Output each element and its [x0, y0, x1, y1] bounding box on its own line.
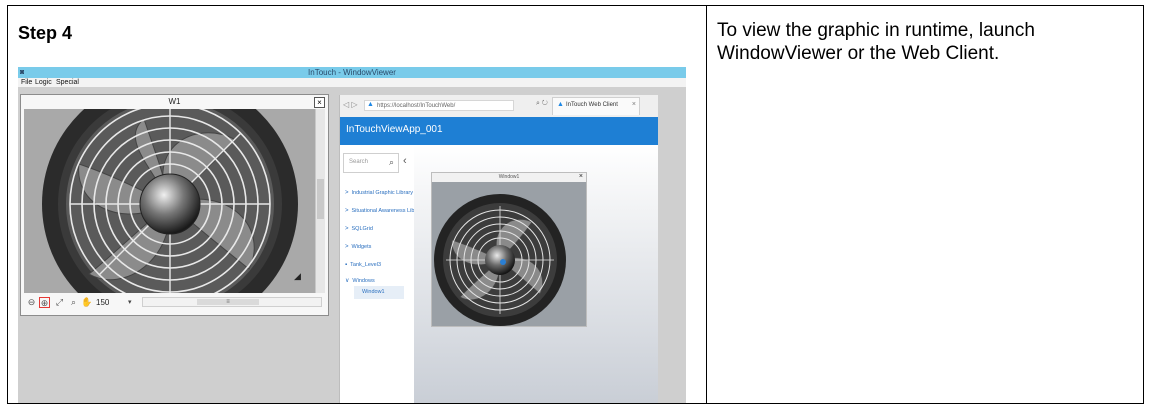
menu-logic[interactable]: Logic	[35, 78, 52, 87]
nav-item-windows[interactable]: ∨ Windows	[345, 277, 375, 284]
nav-item-label: Widgets	[351, 244, 372, 250]
step-description: To view the graphic in runtime, launch W…	[717, 20, 1035, 64]
nav-item-tank-level3[interactable]: ▪ Tank_Level3	[345, 262, 381, 268]
web-client-browser: ◁ ▷ https://localhost/InTouchWeb/ ▲ ⌕ ↻ …	[339, 95, 658, 403]
windowviewer-menubar: File Logic Special	[18, 78, 686, 87]
svg-text:◢: ◢	[294, 272, 301, 282]
zoom-in-icon[interactable]: ⊕	[39, 297, 50, 308]
nav-item-label: Industrial Graphic Library	[351, 190, 413, 196]
window1-panel: Window1 ×	[431, 172, 587, 327]
intouch-logo-icon: ▲	[367, 101, 374, 108]
nav-item-window1[interactable]: Window1	[354, 286, 404, 299]
chevron-right-icon: >	[345, 226, 349, 232]
zoom-area-icon[interactable]: ⌕	[68, 297, 79, 308]
windowviewer-titlebar: ◙ InTouch - WindowViewer	[18, 67, 686, 78]
w1-zoom-toolbar: ⊖ ⊕ ⤢ ⌕ ✋ 150 ▾ ≡	[24, 295, 325, 313]
fan-graphic: ◢	[24, 109, 316, 293]
fan-image: ◢	[24, 109, 316, 293]
windowviewer-title: InTouch - WindowViewer	[308, 68, 396, 77]
menu-file[interactable]: File	[21, 78, 32, 87]
w1-vscroll-thumb[interactable]	[317, 179, 324, 219]
nav-item-widgets[interactable]: > Widgets	[345, 244, 371, 250]
window1-titlebar: Window1 ×	[432, 173, 586, 182]
w1-window: W1 × ◢ ⊖ ⊕ ⤢ ⌕ ✋ 150 ▾ ≡	[20, 94, 329, 316]
browser-refresh-icon[interactable]: ⌕ ↻	[536, 100, 548, 108]
nav-item-label: Windows	[352, 278, 375, 284]
window1-title: Window1	[498, 174, 520, 180]
nav-item-industrial-graphic-library[interactable]: > Industrial Graphic Library	[345, 190, 413, 196]
w1-vertical-scrollbar[interactable]	[315, 109, 325, 293]
nav-item-label: SQLGrid	[351, 226, 373, 232]
w1-close-button[interactable]: ×	[314, 97, 325, 108]
window1-close-icon[interactable]: ×	[579, 173, 583, 180]
chevron-right-icon: >	[345, 244, 349, 250]
web-app-header: InTouchViewApp_001	[340, 117, 658, 145]
browser-back-forward-icon[interactable]: ◁ ▷	[343, 100, 358, 109]
nav-item-situational-awareness-library[interactable]: > Situational Awareness Library	[345, 208, 424, 214]
zoom-out-icon[interactable]: ⊖	[26, 297, 37, 308]
step-table: Step 4 To view the graphic in runtime, l…	[7, 5, 1144, 404]
runtime-screenshot: ◙ InTouch - WindowViewer File Logic Spec…	[18, 67, 686, 403]
browser-address-bar: ◁ ▷ https://localhost/InTouchWeb/ ▲ ⌕ ↻ …	[340, 95, 658, 118]
browser-tab[interactable]: ▲ InTouch Web Client ×	[552, 97, 640, 115]
tab-close-icon[interactable]: ×	[632, 101, 636, 108]
nav-item-sqlgrid[interactable]: > SQLGrid	[345, 226, 373, 232]
web-nav-panel: Search ⌕ ‹ > Industrial Graphic Library >…	[340, 145, 424, 403]
file-icon: ▪	[345, 262, 348, 268]
step-title: Step 4	[18, 23, 73, 43]
chevron-right-icon: >	[345, 208, 349, 214]
w1-hscroll-thumb[interactable]: ≡	[197, 299, 259, 305]
collapse-panel-icon[interactable]: ‹	[403, 155, 407, 167]
nav-item-label: Tank_Level3	[350, 262, 382, 268]
column-divider	[706, 6, 707, 403]
chevron-down-icon: ∨	[345, 278, 350, 284]
w1-title: W1	[168, 97, 181, 106]
web-app-name: InTouchViewApp_001	[346, 124, 443, 135]
zoom-dropdown-icon[interactable]: ▾	[128, 297, 132, 308]
web-content-area: Window1 ×	[414, 145, 658, 403]
menu-special[interactable]: Special	[56, 78, 79, 87]
zoom-level-value[interactable]: 150	[96, 297, 109, 308]
chevron-right-icon: >	[345, 190, 349, 196]
pan-hand-icon[interactable]: ✋	[81, 297, 92, 308]
nav-item-window1-label: Window1	[362, 289, 385, 295]
fit-icon[interactable]: ⤢	[54, 297, 65, 308]
w1-horizontal-scrollbar[interactable]: ≡	[142, 297, 322, 307]
web-fan-image	[434, 194, 566, 326]
browser-tab-title: InTouch Web Client	[566, 102, 618, 108]
search-icon[interactable]: ⌕	[389, 157, 394, 168]
browser-url-field[interactable]: https://localhost/InTouchWeb/	[364, 100, 514, 111]
tab-intouch-icon: ▲	[557, 101, 564, 108]
nav-search-input[interactable]: Search ⌕	[343, 153, 399, 173]
nav-search-placeholder: Search	[349, 159, 369, 165]
